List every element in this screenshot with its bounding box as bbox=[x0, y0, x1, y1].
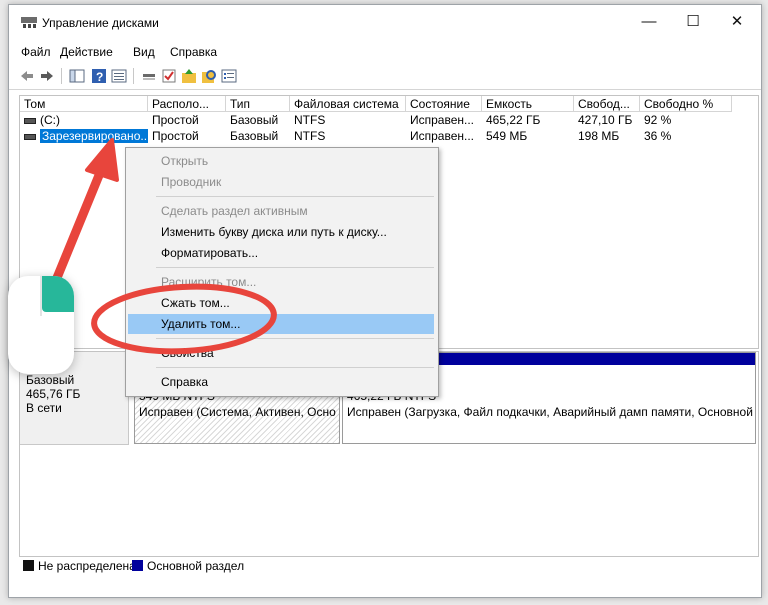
legend-swatch-primary bbox=[132, 560, 143, 571]
free-space-cell: 427,10 ГБ bbox=[578, 113, 633, 127]
minimize-button[interactable]: — bbox=[627, 5, 671, 41]
menu-item-shrink[interactable]: Сжать том... bbox=[128, 293, 434, 313]
forward-arrow-icon[interactable] bbox=[39, 68, 55, 84]
menu-item-delete[interactable]: Удалить том... bbox=[128, 314, 434, 334]
type-cell: Базовый bbox=[230, 113, 279, 127]
connect-icon[interactable] bbox=[141, 68, 157, 84]
menu-separator bbox=[156, 338, 434, 339]
capacity-cell: 549 МБ bbox=[486, 129, 528, 143]
column-header-layout[interactable]: Располо... bbox=[148, 96, 226, 112]
folder-up-icon[interactable] bbox=[181, 68, 197, 84]
type-cell: Базовый bbox=[230, 129, 279, 143]
status-cell: Исправен... bbox=[410, 129, 475, 143]
svg-text:?: ? bbox=[96, 70, 103, 84]
disk-management-window: Управление дисками — ☐ ✕ Файл Действие В… bbox=[8, 4, 762, 598]
menu-item-format[interactable]: Форматировать... bbox=[128, 243, 434, 263]
title-bar[interactable]: Управление дисками — ☐ ✕ bbox=[9, 5, 761, 41]
menu-separator bbox=[156, 196, 434, 197]
menu-action[interactable]: Действие bbox=[60, 45, 113, 59]
menu-separator bbox=[156, 267, 434, 268]
column-header-filesystem[interactable]: Файловая система bbox=[290, 96, 406, 112]
disk-management-icon bbox=[21, 17, 37, 28]
volume-icon bbox=[24, 117, 36, 124]
column-header-free-percent[interactable]: Свободно % bbox=[640, 96, 732, 112]
legend-swatch-unallocated bbox=[23, 560, 34, 571]
menu-help[interactable]: Справка bbox=[170, 45, 217, 59]
console-tree-icon[interactable] bbox=[69, 68, 85, 84]
menu-item-explorer[interactable]: Проводник bbox=[128, 172, 434, 192]
volume-name-cell: (C:) bbox=[20, 113, 148, 128]
maximize-button[interactable]: ☐ bbox=[671, 5, 715, 41]
toolbar: ? bbox=[9, 63, 761, 90]
free-percent-cell: 92 % bbox=[644, 113, 672, 127]
legend-unallocated: Не распределена bbox=[38, 559, 136, 573]
disk-status: В сети bbox=[26, 401, 62, 415]
menu-item-extend[interactable]: Расширить том... bbox=[128, 272, 434, 292]
menu-item-change-letter[interactable]: Изменить букву диска или путь к диску... bbox=[128, 222, 434, 242]
back-arrow-icon[interactable] bbox=[19, 68, 35, 84]
disk-type: Базовый bbox=[26, 373, 75, 387]
close-button[interactable]: ✕ bbox=[715, 5, 759, 41]
properties-icon[interactable] bbox=[221, 68, 237, 84]
mouse-click-icon bbox=[8, 276, 74, 374]
layout-cell: Простой bbox=[152, 113, 199, 127]
filesystem-cell: NTFS bbox=[294, 113, 326, 127]
menu-separator bbox=[156, 367, 434, 368]
column-header-capacity[interactable]: Емкость bbox=[482, 96, 574, 112]
column-header-status[interactable]: Состояние bbox=[406, 96, 482, 112]
window-title: Управление дисками bbox=[42, 16, 159, 30]
menu-view[interactable]: Вид bbox=[133, 45, 155, 59]
volume-icon bbox=[24, 133, 36, 140]
menu-item-open[interactable]: Открыть bbox=[128, 151, 434, 171]
filesystem-cell: NTFS bbox=[294, 129, 326, 143]
list-view-icon[interactable] bbox=[111, 68, 127, 84]
menu-item-help[interactable]: Справка bbox=[128, 372, 434, 392]
checkmark-icon[interactable] bbox=[161, 68, 177, 84]
right-mouse-button bbox=[42, 276, 74, 312]
legend: Не распределена Основной раздел bbox=[19, 557, 757, 575]
partition-status: Исправен (Загрузка, Файл подкачки, Авари… bbox=[347, 405, 753, 419]
column-header-type[interactable]: Тип bbox=[226, 96, 290, 112]
column-header-volume[interactable]: Том bbox=[20, 96, 148, 112]
context-menu: Открыть Проводник Сделать раздел активны… bbox=[125, 147, 439, 397]
volume-name-cell: Зарезервировано... bbox=[20, 129, 148, 144]
free-percent-cell: 36 % bbox=[644, 129, 672, 143]
capacity-cell: 465,22 ГБ bbox=[486, 113, 541, 127]
help-icon[interactable]: ? bbox=[91, 68, 107, 84]
toolbar-separator bbox=[61, 68, 62, 84]
status-cell: Исправен... bbox=[410, 113, 475, 127]
layout-cell: Простой bbox=[152, 129, 199, 143]
menu-item-make-active[interactable]: Сделать раздел активным bbox=[128, 201, 434, 221]
menu-file[interactable]: Файл bbox=[21, 45, 51, 59]
free-space-cell: 198 МБ bbox=[578, 129, 620, 143]
menu-bar: Файл Действие Вид Справка bbox=[9, 42, 761, 62]
search-icon[interactable] bbox=[201, 68, 217, 84]
partition-status: Исправен (Система, Активен, Осно bbox=[139, 405, 336, 419]
menu-item-properties[interactable]: Свойства bbox=[128, 343, 434, 363]
column-header-free-space[interactable]: Свобод... bbox=[574, 96, 640, 112]
legend-primary: Основной раздел bbox=[147, 559, 245, 573]
disk-size: 465,76 ГБ bbox=[26, 387, 81, 401]
toolbar-separator bbox=[133, 68, 134, 84]
